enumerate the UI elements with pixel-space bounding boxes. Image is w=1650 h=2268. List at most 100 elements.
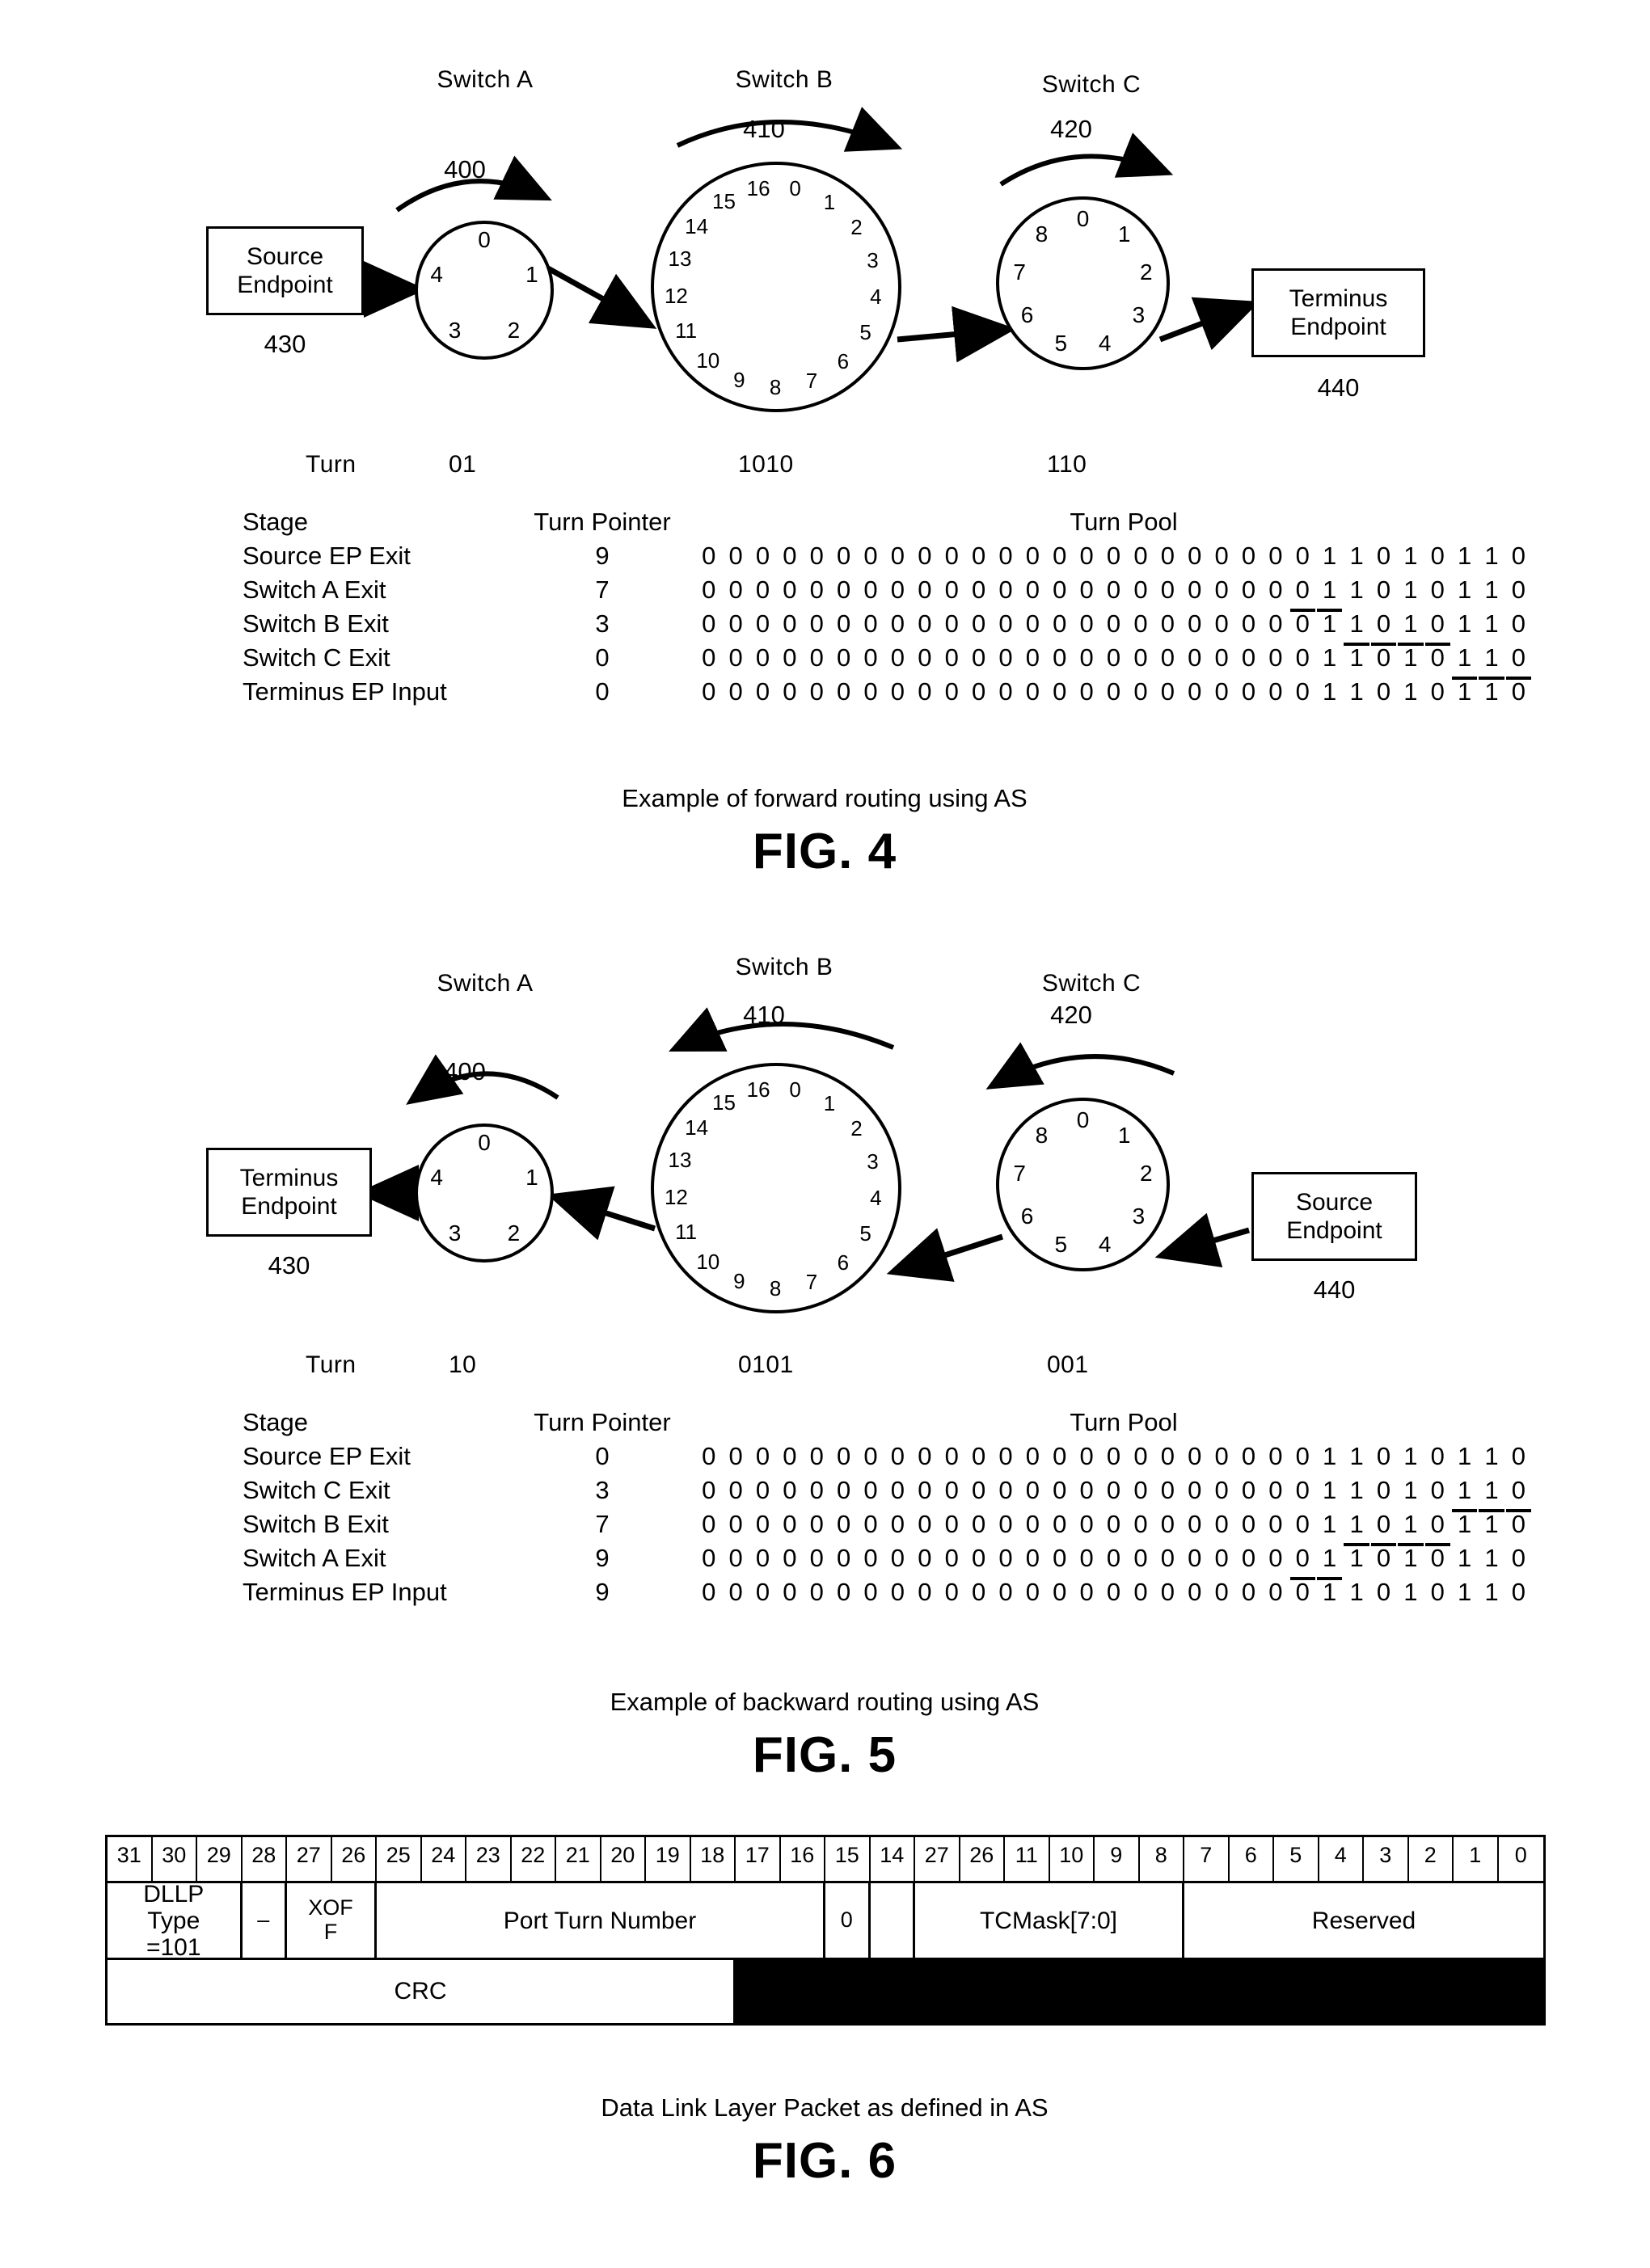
bit-index: 21	[556, 1837, 601, 1881]
turn-pool: 0000000000000000000000011010110	[695, 1510, 1532, 1546]
pool-bit: 0	[1025, 1544, 1040, 1572]
pool-bit: 0	[1106, 1510, 1121, 1538]
figure-5: Switch A Switch B Switch C 400 410 420 T…	[0, 954, 1650, 1811]
pool-bit: 0	[702, 1510, 716, 1538]
pool-bit: 1	[1484, 1442, 1499, 1470]
pool-bit: 0	[1289, 1544, 1316, 1580]
pool-bit: 0	[783, 1476, 797, 1504]
pool-bit: 0	[1133, 609, 1148, 638]
pool-bit: 0	[1053, 575, 1067, 604]
pool-bit: 1	[1403, 677, 1418, 706]
stage-name: Switch C Exit	[243, 643, 390, 672]
pool-bit: 1	[1323, 677, 1337, 706]
pool-bit: 0	[1268, 1510, 1283, 1538]
bit-index: 24	[422, 1837, 466, 1881]
bit-index: 20	[601, 1837, 646, 1881]
pool-bit: 1	[1349, 1442, 1364, 1470]
fig6-label: FIG. 6	[752, 2133, 897, 2189]
pool-bit: 0	[1106, 1578, 1121, 1606]
port-label: 8	[769, 374, 782, 399]
pool-bit: 1	[1343, 1510, 1370, 1546]
pool-bit: 1	[1484, 677, 1499, 706]
pool-bit: 0	[702, 1578, 716, 1606]
pool-bit: 0	[1424, 609, 1451, 646]
table-row: Switch B Exit 7 0 0 0 0 0 0 0 0 0 0 0 0 0 0 0 0 0 0 0 0 0 0 0 1 1 0…	[243, 1510, 1552, 1546]
pool-bit: 0	[1376, 542, 1391, 570]
turn-pool: 0000000000000000000000011010110	[695, 609, 1532, 646]
port-label: 0	[789, 176, 801, 201]
fig5-turn-label: Turn	[306, 1351, 357, 1378]
packet-field: 0	[825, 1883, 871, 1958]
turn-pointer: 9	[595, 542, 610, 570]
pool-bit: 0	[783, 1544, 797, 1572]
pool-bit: 0	[1241, 677, 1256, 706]
fig4-terminus-endpoint-line2: Endpoint	[1290, 314, 1386, 340]
pool-bit: 0	[1133, 677, 1148, 706]
pool-bit: 0	[1053, 609, 1067, 638]
fig4-header-stage: Stage	[243, 508, 309, 536]
fig5-header-pool: Turn Pool	[1070, 1408, 1178, 1436]
packet-field: Reserved	[1311, 1907, 1416, 1934]
fig5-switch-c-ports: 0 12 34 56 78	[996, 1098, 1170, 1271]
fig4-switch-b-ports: 0 1 2 3 4 5 6 7 8 9 10 11 12 13 14 15 16	[651, 162, 901, 412]
bit-index: 26	[332, 1837, 377, 1881]
pool-bit: 0	[863, 1544, 878, 1572]
pool-bit: 0	[1160, 643, 1175, 672]
port-label: 3	[867, 247, 879, 272]
turn-pool: 0000000000000000000000011010110	[695, 575, 1532, 612]
port-label: 4	[430, 1164, 443, 1190]
turn-pool: 0000000000000000000000011010110	[695, 1578, 1532, 1607]
pool-bit: 0	[783, 609, 797, 638]
port-label: 3	[448, 318, 462, 344]
pool-bit: 0	[944, 542, 959, 570]
pool-bit: 0	[702, 575, 716, 604]
fig5-table-header: Stage Turn Pointer Turn Pool	[243, 1408, 1552, 1442]
pool-bit: 0	[809, 643, 824, 672]
port-label: 7	[805, 1269, 818, 1294]
fig4-switch-c-ports: 0 12 34 56 78	[996, 196, 1170, 370]
fig4-source-endpoint: Source Endpoint	[206, 226, 364, 315]
pool-bit: 0	[1106, 643, 1121, 672]
table-row: Source EP Exit 9 0 0 0 0 0 0 0 0 0 0 0 0 0 0 0 0 0 0 0 0 0 0 0 1 1…	[243, 542, 1552, 575]
pool-bit: 0	[1160, 609, 1175, 638]
pool-bit: 1	[1397, 1510, 1424, 1546]
pool-bit: 0	[918, 677, 932, 706]
pool-bit: 1	[1484, 1544, 1499, 1572]
pool-bit: 0	[944, 1476, 959, 1504]
packet-field: –	[243, 1883, 287, 1958]
patent-figure-page: Switch A Switch B Switch C 400 410 420 S…	[0, 0, 1650, 2268]
bit-index: 7	[1184, 1837, 1230, 1881]
pool-bit: 0	[1133, 643, 1148, 672]
pool-bit: 1	[1458, 542, 1472, 570]
port-label: 1	[1117, 1122, 1131, 1148]
pool-bit: 0	[1376, 643, 1391, 672]
pool-bit: 0	[1268, 575, 1283, 604]
pool-bit: 1	[1403, 1442, 1418, 1470]
turn-pointer: 9	[595, 1544, 610, 1572]
pool-bit: 0	[837, 575, 851, 604]
pool-bit: 0	[1511, 609, 1526, 638]
pool-bit: 0	[1511, 1510, 1526, 1538]
pool-bit: 1	[1484, 609, 1499, 638]
port-label: 13	[668, 247, 692, 272]
pool-bit: 0	[1376, 677, 1391, 706]
pool-bit: 0	[1188, 643, 1202, 672]
pool-bit: 0	[944, 1578, 959, 1606]
port-label: 16	[746, 1077, 770, 1102]
pool-bit: 0	[1188, 1510, 1202, 1538]
pool-bit: 1	[1458, 1442, 1472, 1470]
pool-bit: 0	[1241, 1442, 1256, 1470]
pool-bit: 0	[728, 677, 743, 706]
fig5-switch-a-ports: 0 1 2 3 4	[415, 1123, 554, 1263]
table-row: Switch A Exit 9 0 0 0 0 0 0 0 0 0 0 0 0 0 0 0 0 0 0 0 0 0 0 0 1 1 0…	[243, 1544, 1552, 1580]
pool-bit: 0	[918, 1510, 932, 1538]
pool-bit: 0	[998, 1442, 1013, 1470]
port-label: 6	[1020, 302, 1034, 328]
bit-index: 8	[1140, 1837, 1184, 1881]
table-row: Switch B Exit 3 0 0 0 0 0 0 0 0 0 0 0 0 0 0 0 0 0 0 0 0 0 0 0 1 1 0…	[243, 609, 1552, 646]
pool-bit: 1	[1349, 1544, 1364, 1572]
fig4-caption: Example of forward routing using AS	[622, 784, 1028, 812]
port-label: 10	[696, 1250, 720, 1275]
pool-bit: 0	[1376, 1442, 1391, 1470]
port-label: 4	[1098, 1232, 1112, 1258]
